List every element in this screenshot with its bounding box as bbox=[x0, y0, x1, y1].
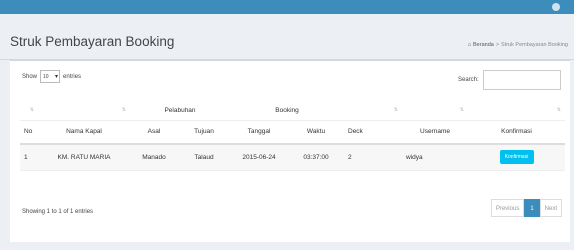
cell-deck: 2 bbox=[344, 144, 402, 171]
column-header-username[interactable]: Username bbox=[402, 120, 468, 145]
group-header-booking: Booking bbox=[230, 101, 344, 121]
column-header-nama-kapal[interactable]: Nama Kapal bbox=[38, 120, 130, 145]
search-control: Search: bbox=[458, 70, 561, 90]
pagination-page-button[interactable]: 1 bbox=[524, 199, 540, 217]
cell-username: widya bbox=[402, 144, 468, 171]
group-header-empty: ⇅ bbox=[20, 101, 38, 121]
column-header-asal[interactable]: Asal bbox=[130, 120, 178, 145]
column-header-deck[interactable]: Deck bbox=[344, 120, 402, 145]
length-prefix-label: Show bbox=[22, 73, 38, 80]
cell-konfirmasi: Konfirmasi bbox=[468, 144, 565, 171]
cell-waktu: 03:37:00 bbox=[288, 144, 344, 171]
column-header-konfirmasi[interactable]: Konfirmasi bbox=[468, 120, 565, 145]
page-title: Struk Pembayaran Booking bbox=[10, 34, 175, 49]
table-row: 1 KM. RATU MARIA Manado Talaud 2015-06-2… bbox=[20, 144, 565, 171]
entries-length-control: Show 10 ▾ entries bbox=[22, 70, 81, 83]
user-avatar-icon[interactable] bbox=[552, 3, 560, 11]
booking-table: ⇅ ⇅ Pelabuhan Booking ⇅ ⇅ ⇅ No Nama Kapa… bbox=[20, 101, 565, 171]
breadcrumb: ⌂ Beranda > Struk Pembayaran Booking bbox=[468, 42, 568, 48]
cell-nama-kapal: KM. RATU MARIA bbox=[38, 144, 130, 171]
table-group-header-row: ⇅ ⇅ Pelabuhan Booking ⇅ ⇅ ⇅ bbox=[20, 101, 565, 121]
breadcrumb-current: Struk Pembayaran Booking bbox=[501, 42, 568, 48]
group-header-pelabuhan: Pelabuhan bbox=[130, 101, 230, 121]
breadcrumb-separator: > bbox=[495, 42, 500, 48]
search-input[interactable] bbox=[482, 70, 561, 90]
group-header-empty: ⇅ bbox=[344, 101, 402, 121]
konfirmasi-button[interactable]: Konfirmasi bbox=[499, 150, 534, 165]
length-select-value: 10 bbox=[43, 73, 49, 80]
group-header-empty: ⇅ bbox=[38, 101, 130, 121]
breadcrumb-home-link[interactable]: Beranda bbox=[473, 42, 494, 48]
pagination: Previous 1 Next bbox=[490, 199, 562, 217]
cell-tujuan: Talaud bbox=[178, 144, 230, 171]
sort-icon[interactable]: ⇅ bbox=[30, 107, 34, 113]
cell-asal: Manado bbox=[130, 144, 178, 171]
chevron-down-icon: ▾ bbox=[55, 74, 59, 80]
cell-no: 1 bbox=[20, 144, 38, 171]
column-header-waktu[interactable]: Waktu bbox=[288, 120, 344, 145]
column-header-tujuan[interactable]: Tujuan bbox=[178, 120, 230, 145]
pagination-previous-button[interactable]: Previous bbox=[490, 199, 525, 217]
home-icon[interactable]: ⌂ bbox=[468, 42, 471, 48]
entries-length-select[interactable]: 10 ▾ bbox=[40, 70, 61, 83]
sort-icon[interactable]: ⇅ bbox=[394, 107, 398, 113]
column-header-tanggal[interactable]: Tanggal bbox=[230, 120, 288, 145]
group-header-empty: ⇅ bbox=[402, 101, 468, 121]
table-info: Showing 1 to 1 of 1 entries bbox=[22, 209, 94, 215]
length-suffix-label: entries bbox=[63, 73, 82, 80]
content-box: Show 10 ▾ entries Search: ⇅ ⇅ Pelabuhan … bbox=[10, 60, 570, 242]
column-header-no[interactable]: No bbox=[20, 120, 38, 145]
search-label: Search: bbox=[458, 77, 479, 83]
pagination-next-button[interactable]: Next bbox=[539, 199, 562, 217]
sort-icon[interactable]: ⇅ bbox=[557, 107, 561, 113]
sort-icon[interactable]: ⇅ bbox=[122, 107, 126, 113]
cell-tanggal: 2015-06-24 bbox=[230, 144, 288, 171]
table-header-row: No Nama Kapal Asal Tujuan Tanggal Waktu … bbox=[20, 120, 565, 145]
group-header-empty: ⇅ bbox=[468, 101, 565, 121]
content-header: Struk Pembayaran Booking ⌂ Beranda > Str… bbox=[0, 14, 574, 60]
top-navbar bbox=[0, 0, 574, 14]
sort-icon[interactable]: ⇅ bbox=[460, 107, 464, 113]
page-footer bbox=[0, 242, 574, 250]
